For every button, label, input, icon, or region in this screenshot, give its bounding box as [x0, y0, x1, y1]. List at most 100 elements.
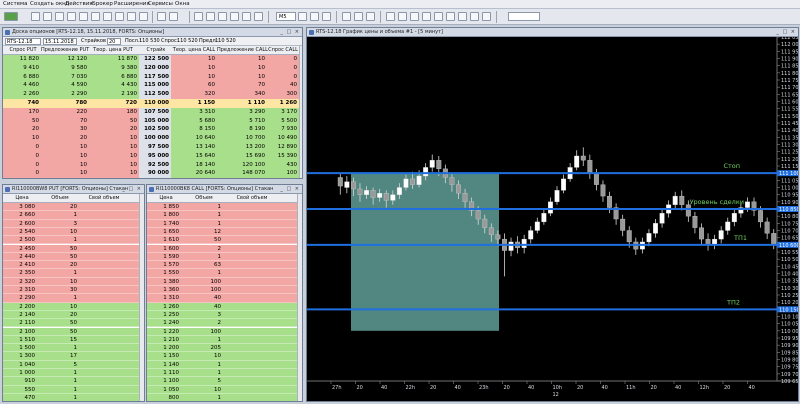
window-controls[interactable]: _ □ ×	[122, 186, 142, 193]
col-call-bid[interactable]: Спрос CALL	[267, 46, 299, 54]
col-call-theor[interactable]: Теор. цена CALL	[171, 46, 217, 54]
menu-services[interactable]: Сервисы	[148, 1, 173, 7]
bid-row[interactable]: 1 300 17	[3, 352, 139, 361]
connect-icon[interactable]	[242, 12, 251, 21]
menu-system[interactable]: Система	[3, 1, 28, 7]
menu-extensions[interactable]: Расширения	[114, 1, 150, 7]
expiry-select[interactable]: 15.11.2018	[43, 38, 77, 45]
ask-row[interactable]: 2 350 1	[3, 269, 139, 278]
table-row[interactable]: 6 880 7 030 6 880 117 500 10 10 0	[3, 72, 299, 82]
table-row[interactable]: 0 10 10 90 000 20 640 148 070 100	[3, 169, 299, 178]
bid-row[interactable]: 1 500 1	[3, 344, 139, 353]
table-row[interactable]: 9 410 9 580 9 380 120 000 10 10 0	[3, 63, 299, 73]
col-put-bid[interactable]: Спрос PUT	[5, 46, 41, 54]
ask-row[interactable]: 1 740 1	[147, 219, 297, 228]
ask-row[interactable]: 2 540 10	[3, 227, 139, 237]
ask-row[interactable]: 2 600 3	[3, 219, 139, 228]
bid-row[interactable]: 1 210 1	[147, 335, 297, 345]
ask-row[interactable]: 2 310 30	[3, 286, 139, 295]
table-row[interactable]: 20 30 20 102 500 8 150 8 190 7 930	[3, 125, 299, 135]
bid-row[interactable]: 1 260 40	[147, 302, 297, 311]
copy-icon[interactable]	[218, 12, 227, 21]
menu-windows[interactable]: Окна	[175, 1, 190, 7]
menu-broker[interactable]: Брокер	[92, 1, 113, 7]
col-price[interactable]: Цена	[7, 194, 37, 202]
bid-row[interactable]: 1 150 10	[147, 352, 297, 361]
disconnect-icon[interactable]	[254, 12, 263, 21]
table-icon[interactable]	[103, 12, 112, 21]
channel-icon[interactable]	[422, 12, 431, 21]
ask-row[interactable]: 1 850 1	[147, 203, 297, 212]
save-icon[interactable]	[194, 12, 203, 21]
trendline-icon[interactable]	[386, 12, 395, 21]
zoom-out-icon[interactable]	[322, 12, 331, 21]
alerts-icon[interactable]	[139, 12, 148, 21]
ask-row[interactable]: 2 410 20	[3, 261, 139, 270]
ask-row[interactable]: 1 800 1	[147, 211, 297, 220]
chart-icon[interactable]	[115, 12, 124, 21]
print-icon[interactable]	[206, 12, 215, 21]
vline-icon[interactable]	[410, 12, 419, 21]
settings-icon[interactable]	[230, 12, 239, 21]
ask-row[interactable]: 2 290 1	[3, 294, 139, 303]
table-row[interactable]: 10 20 10 100 000 10 640 10 700 10 490	[3, 134, 299, 143]
bid-row[interactable]: 800 1	[147, 393, 297, 401]
news-icon[interactable]	[127, 12, 136, 21]
search-input[interactable]	[508, 12, 540, 21]
call-scrollbar[interactable]	[297, 194, 302, 401]
arrow-tool-icon[interactable]	[458, 12, 467, 21]
col-volume[interactable]: Объем	[187, 194, 221, 202]
table-row[interactable]: 0 10 10 92 500 18 140 120 100 430	[3, 160, 299, 170]
bid-row[interactable]: 1 140 1	[147, 360, 297, 369]
rectangle-tool-icon[interactable]	[470, 12, 479, 21]
ask-row[interactable]: 1 570 63	[147, 261, 297, 270]
price-chart[interactable]: 112 050112 000111 950111 900111 850111 8…	[307, 37, 799, 402]
col-own-volume[interactable]: Свой объем	[81, 194, 127, 202]
zoom-in-icon[interactable]	[310, 12, 319, 21]
bid-row[interactable]: 2 100 50	[3, 327, 139, 336]
table-row[interactable]: 170 220 180 107 500 3 310 3 290 3 170	[3, 107, 299, 117]
table-row[interactable]: 11 820 12 120 11 870 122 500 10 10 0	[3, 55, 299, 64]
col-volume[interactable]: Объем	[43, 194, 77, 202]
col-strike[interactable]: Страйк	[141, 46, 171, 54]
col-price[interactable]: Цена	[151, 194, 181, 202]
fibo-icon[interactable]	[434, 12, 443, 21]
ask-row[interactable]: 1 600 2	[147, 244, 297, 253]
ellipse-tool-icon[interactable]	[482, 12, 491, 21]
bid-row[interactable]: 1 220 100	[147, 327, 297, 336]
interval-select[interactable]: M5	[276, 12, 296, 21]
orders-icon[interactable]	[43, 12, 52, 21]
candles-icon[interactable]	[354, 12, 363, 21]
ask-row[interactable]: 1 650 12	[147, 227, 297, 237]
bid-row[interactable]: 550 1	[3, 385, 139, 394]
ask-row[interactable]: 1 550 1	[147, 269, 297, 278]
text-tool-icon[interactable]	[446, 12, 455, 21]
window-controls[interactable]: _ □ ×	[776, 29, 796, 36]
desk-scrollbar[interactable]	[299, 46, 302, 178]
table-row[interactable]: 2 260 2 290 2 190 112 500 320 340 300	[3, 90, 299, 99]
bid-row[interactable]: 1 510 15	[3, 335, 139, 345]
limits-icon[interactable]	[79, 12, 88, 21]
bid-row[interactable]: 1 200 205	[147, 344, 297, 353]
ask-row[interactable]: 2 660 1	[3, 211, 139, 220]
menu-new-window[interactable]: Создать окно	[30, 1, 69, 7]
trades-icon[interactable]	[55, 12, 64, 21]
line-icon[interactable]	[366, 12, 375, 21]
ask-row[interactable]: 1 360 100	[147, 286, 297, 295]
new-window-icon[interactable]	[31, 12, 40, 21]
ask-row[interactable]: 1 380 100	[147, 277, 297, 286]
bars-icon[interactable]	[342, 12, 351, 21]
col-put-ask[interactable]: Предложение PUT	[41, 46, 89, 54]
ask-row[interactable]: 2 500 1	[3, 236, 139, 245]
bid-row[interactable]: 470 1	[3, 393, 139, 401]
bid-row[interactable]: 2 200 10	[3, 302, 139, 311]
bid-row[interactable]: 1 000 1	[3, 369, 139, 378]
table-row[interactable]: 0 10 10 97 500 13 140 13 200 12 890	[3, 143, 299, 152]
table-row[interactable]: 0 10 10 95 000 15 640 15 690 15 390	[3, 151, 299, 161]
atm-row[interactable]: 740 780 720 110 000 1 150 1 110 1 260	[3, 99, 299, 108]
ask-row[interactable]: 1 310 40	[147, 294, 297, 303]
table-row[interactable]: 50 70 50 105 000 5 680 5 710 5 500	[3, 116, 299, 126]
ask-row[interactable]: 2 440 50	[3, 252, 139, 262]
bid-row[interactable]: 1 100 5	[147, 377, 297, 386]
table-row[interactable]: 4 460 4 590 4 430 115 000 60 70 40	[3, 81, 299, 91]
